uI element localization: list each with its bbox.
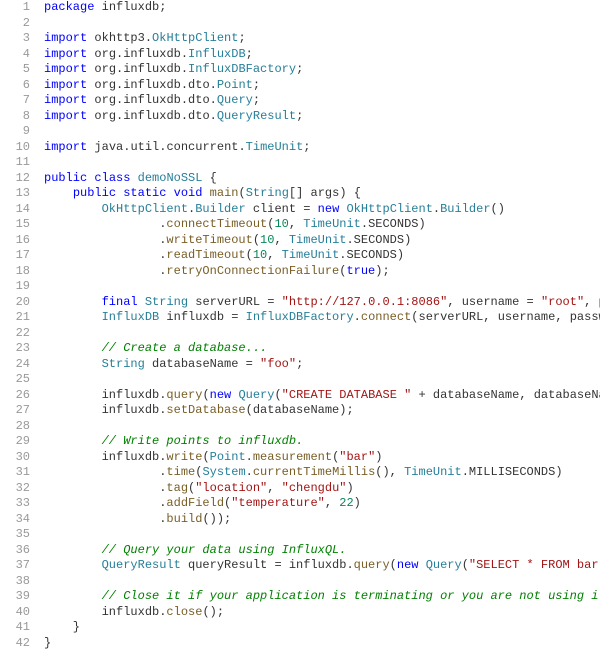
line-number: 30 [0, 450, 30, 466]
line-number: 35 [0, 527, 30, 543]
line-number: 1 [0, 0, 30, 16]
code-line[interactable] [44, 16, 600, 32]
code-line[interactable]: import okhttp3.OkHttpClient; [44, 31, 600, 47]
code-line[interactable]: influxdb.query(new Query("CREATE DATABAS… [44, 388, 600, 404]
line-number: 25 [0, 372, 30, 388]
line-number: 19 [0, 279, 30, 295]
line-number: 5 [0, 62, 30, 78]
code-line[interactable] [44, 279, 600, 295]
line-number: 11 [0, 155, 30, 171]
line-number: 24 [0, 357, 30, 373]
line-number: 3 [0, 31, 30, 47]
line-number: 10 [0, 140, 30, 156]
code-line[interactable] [44, 372, 600, 388]
line-number: 36 [0, 543, 30, 559]
line-number: 22 [0, 326, 30, 342]
code-line[interactable]: influxdb.close(); [44, 605, 600, 621]
line-number: 42 [0, 636, 30, 652]
code-line[interactable]: .time(System.currentTimeMillis(), TimeUn… [44, 465, 600, 481]
code-line[interactable]: OkHttpClient.Builder client = new OkHttp… [44, 202, 600, 218]
line-number: 26 [0, 388, 30, 404]
code-line[interactable]: InfluxDB influxdb = InfluxDBFactory.conn… [44, 310, 600, 326]
code-line[interactable]: // Write points to influxdb. [44, 434, 600, 450]
code-line[interactable]: influxdb.setDatabase(databaseName); [44, 403, 600, 419]
code-line[interactable]: .writeTimeout(10, TimeUnit.SECONDS) [44, 233, 600, 249]
line-number: 8 [0, 109, 30, 125]
line-number: 20 [0, 295, 30, 311]
line-number: 18 [0, 264, 30, 280]
code-line[interactable]: } [44, 636, 600, 652]
line-number: 38 [0, 574, 30, 590]
line-number: 27 [0, 403, 30, 419]
code-line[interactable]: QueryResult queryResult = influxdb.query… [44, 558, 600, 574]
code-line[interactable]: import org.influxdb.dto.Query; [44, 93, 600, 109]
code-line[interactable] [44, 124, 600, 140]
line-number: 17 [0, 248, 30, 264]
line-number: 16 [0, 233, 30, 249]
line-number: 32 [0, 481, 30, 497]
code-line[interactable] [44, 574, 600, 590]
code-line[interactable]: // Create a database... [44, 341, 600, 357]
line-number: 14 [0, 202, 30, 218]
line-number: 4 [0, 47, 30, 63]
line-number: 29 [0, 434, 30, 450]
line-number: 31 [0, 465, 30, 481]
code-line[interactable] [44, 155, 600, 171]
line-number: 33 [0, 496, 30, 512]
code-line[interactable]: .connectTimeout(10, TimeUnit.SECONDS) [44, 217, 600, 233]
code-editor: 1234567891011121314151617181920212223242… [0, 0, 600, 651]
code-line[interactable]: .addField("temperature", 22) [44, 496, 600, 512]
line-number: 15 [0, 217, 30, 233]
line-number: 41 [0, 620, 30, 636]
code-line[interactable]: influxdb.write(Point.measurement("bar") [44, 450, 600, 466]
code-line[interactable]: import org.influxdb.InfluxDB; [44, 47, 600, 63]
code-line[interactable]: package influxdb; [44, 0, 600, 16]
code-line[interactable]: } [44, 620, 600, 636]
line-number: 13 [0, 186, 30, 202]
code-line[interactable]: .retryOnConnectionFailure(true); [44, 264, 600, 280]
line-number: 12 [0, 171, 30, 187]
code-line[interactable] [44, 326, 600, 342]
code-line[interactable]: final String serverURL = "http://127.0.0… [44, 295, 600, 311]
line-number: 9 [0, 124, 30, 140]
line-number: 6 [0, 78, 30, 94]
code-line[interactable]: public class demoNoSSL { [44, 171, 600, 187]
code-line[interactable] [44, 527, 600, 543]
code-line[interactable] [44, 419, 600, 435]
line-number: 28 [0, 419, 30, 435]
code-line[interactable]: // Query your data using InfluxQL. [44, 543, 600, 559]
code-line[interactable]: import org.influxdb.dto.QueryResult; [44, 109, 600, 125]
code-line[interactable]: import org.influxdb.dto.Point; [44, 78, 600, 94]
code-line[interactable]: String databaseName = "foo"; [44, 357, 600, 373]
line-number: 40 [0, 605, 30, 621]
code-line[interactable]: .readTimeout(10, TimeUnit.SECONDS) [44, 248, 600, 264]
code-line[interactable]: import java.util.concurrent.TimeUnit; [44, 140, 600, 156]
code-line[interactable]: .build()); [44, 512, 600, 528]
line-number: 34 [0, 512, 30, 528]
code-area[interactable]: package influxdb; import okhttp3.OkHttpCl… [38, 0, 600, 651]
line-number-gutter: 1234567891011121314151617181920212223242… [0, 0, 38, 651]
line-number: 37 [0, 558, 30, 574]
line-number: 7 [0, 93, 30, 109]
line-number: 2 [0, 16, 30, 32]
code-line[interactable]: .tag("location", "chengdu") [44, 481, 600, 497]
line-number: 21 [0, 310, 30, 326]
code-line[interactable]: // Close it if your application is termi… [44, 589, 600, 605]
line-number: 23 [0, 341, 30, 357]
code-line[interactable]: import org.influxdb.InfluxDBFactory; [44, 62, 600, 78]
code-line[interactable]: public static void main(String[] args) { [44, 186, 600, 202]
line-number: 39 [0, 589, 30, 605]
